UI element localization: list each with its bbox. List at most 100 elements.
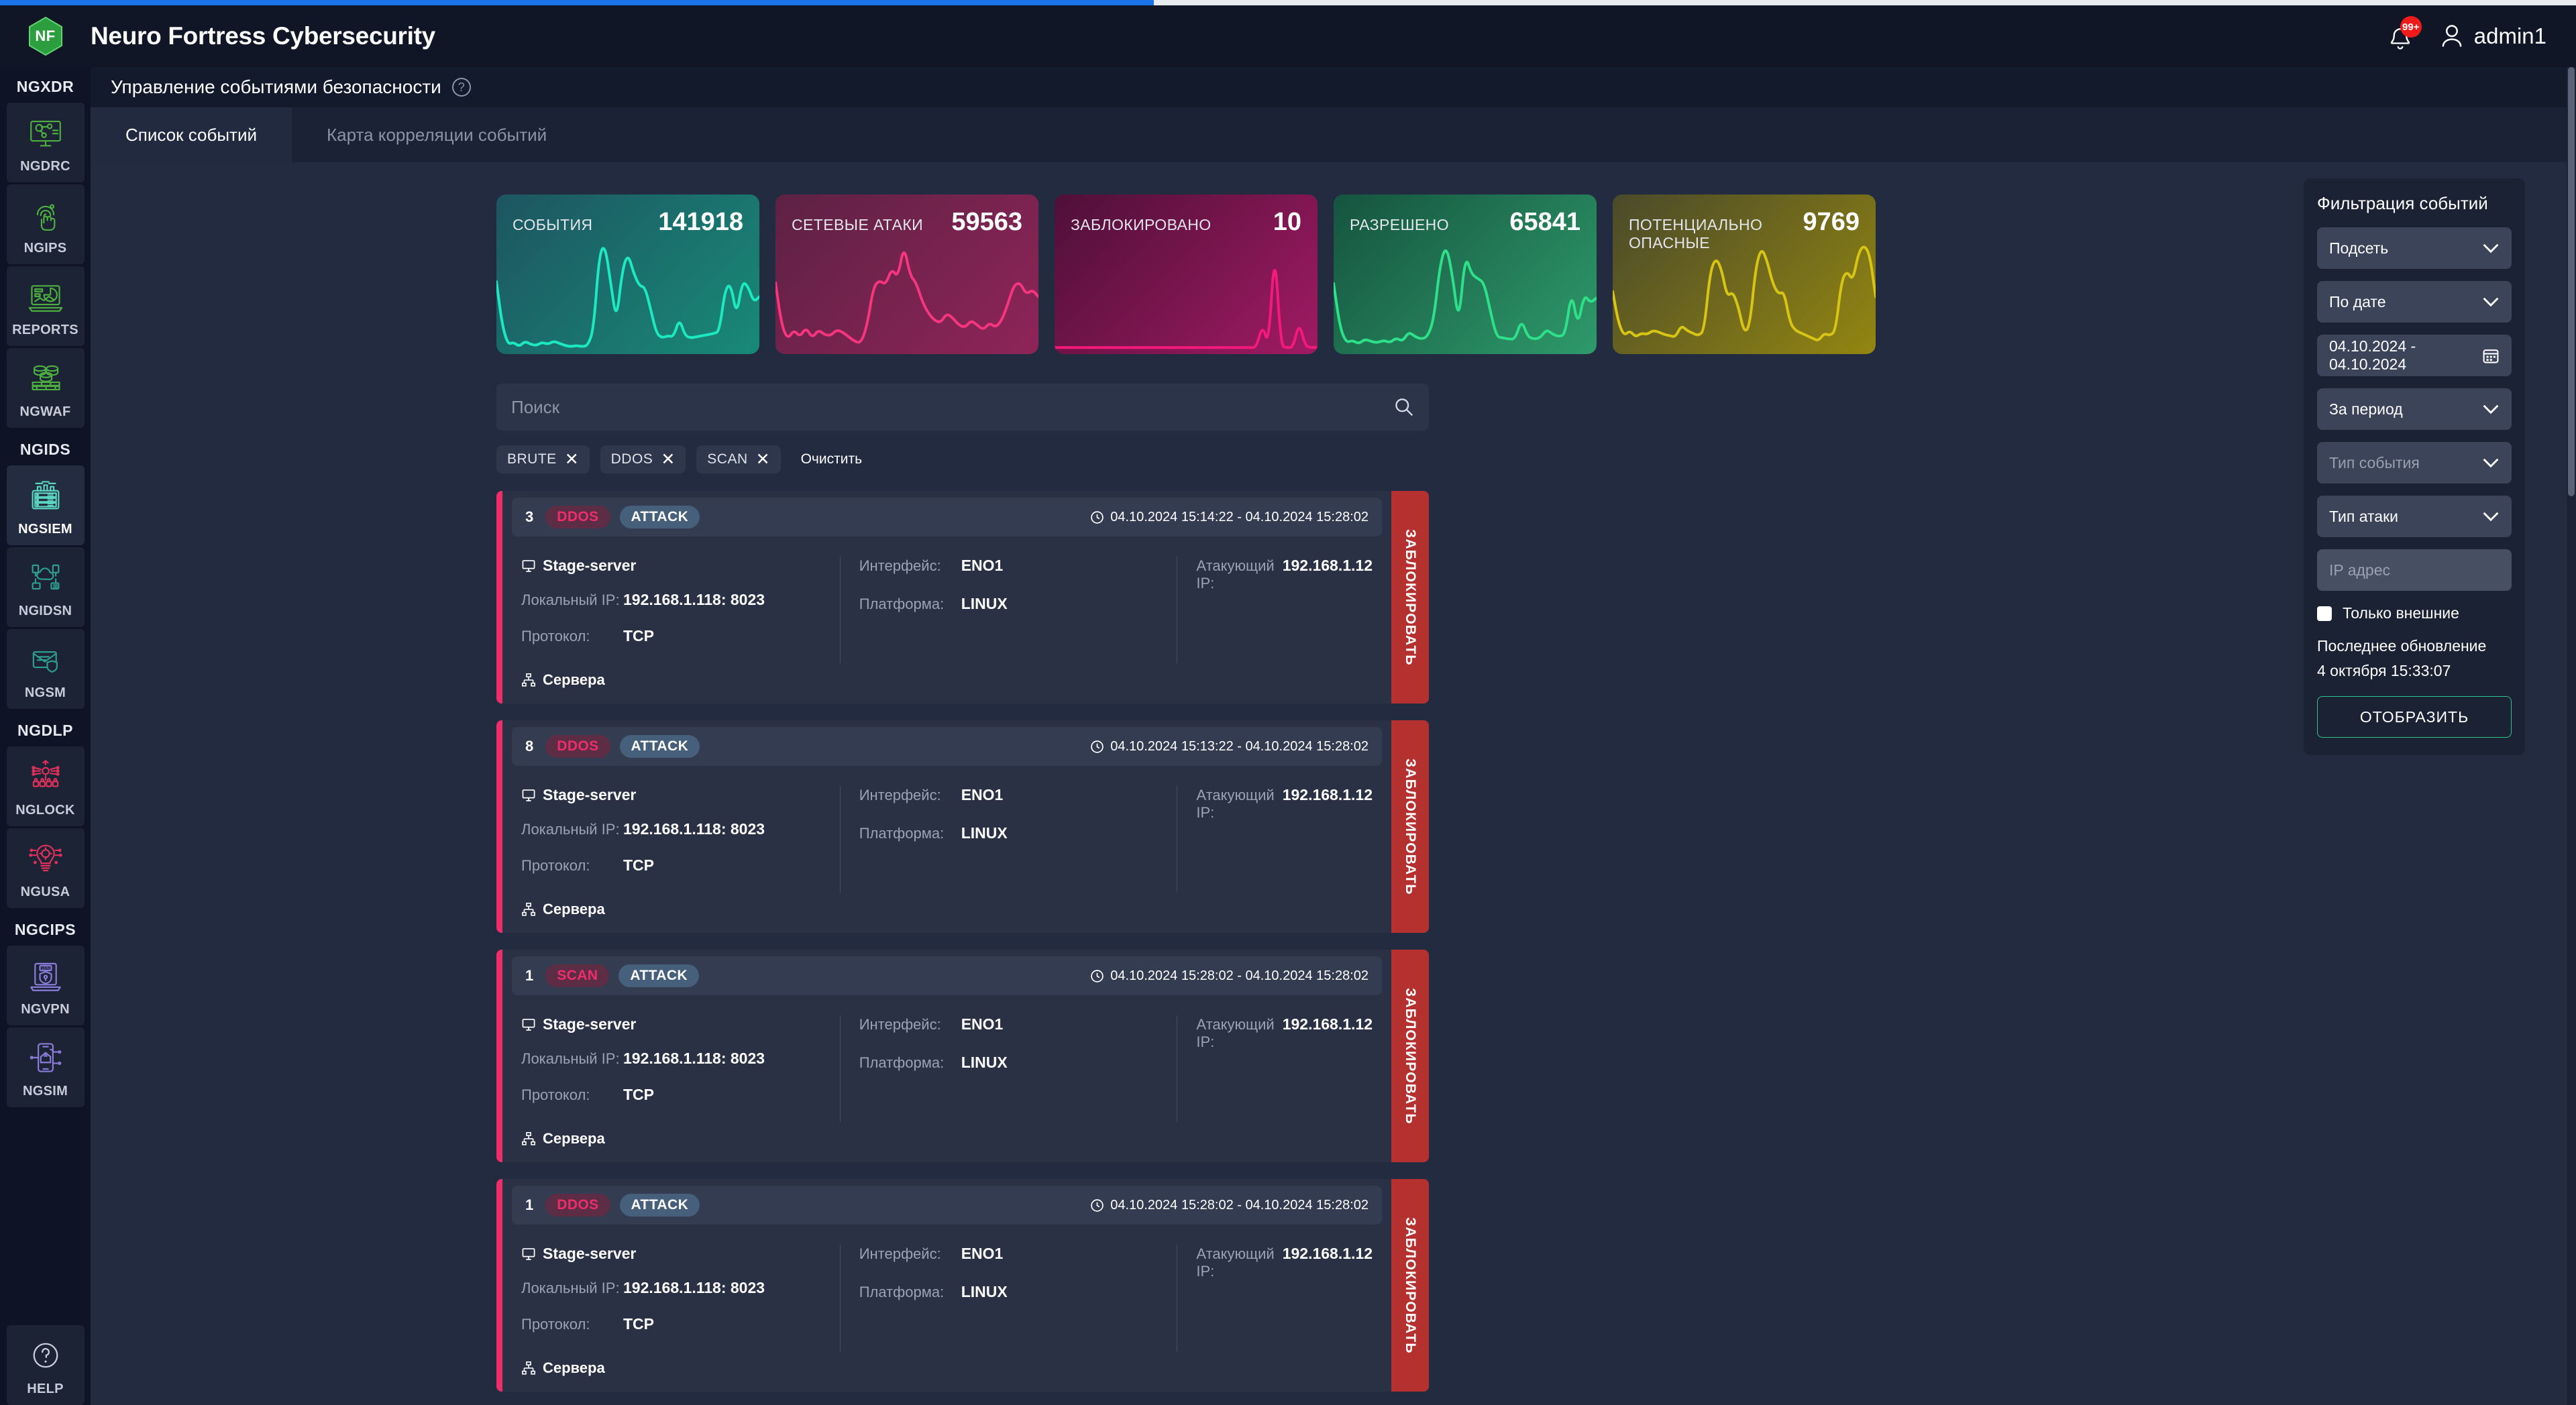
chip-remove-icon[interactable]: ✕	[565, 451, 579, 468]
filter-subnet-select[interactable]: Подсеть	[2317, 227, 2512, 269]
event-block-button[interactable]: ЗАБЛОКИРОВАТЬ	[1391, 491, 1429, 704]
left-sidebar: NGXDR NGDRC NGIPS REPORTS NGWAFNGIDS	[0, 67, 91, 1405]
event-host: Stage-server	[521, 557, 821, 575]
sidebar-item-label: NGIPS	[24, 241, 67, 256]
field-value: LINUX	[961, 1054, 1008, 1072]
event-group-name: Сервера	[543, 1359, 605, 1377]
bulb-gear-icon	[26, 838, 65, 879]
filter-event-type-select[interactable]: Тип события	[2317, 442, 2512, 484]
stat-card-4[interactable]: ПОТЕНЦИАЛЬНО ОПАСНЫЕ 9769	[1613, 194, 1876, 354]
event-category-tag[interactable]: ATTACK	[620, 735, 700, 758]
event-card-header: 1 SCAN ATTACK 04.10.2024 15:28:02 - 04.1…	[512, 956, 1382, 995]
sidebar-item-label: NGLOCK	[15, 803, 74, 818]
clear-filters-link[interactable]: Очистить	[801, 451, 862, 467]
chip-label: BRUTE	[507, 451, 557, 467]
sidebar-item-ngips[interactable]: NGIPS	[7, 184, 85, 264]
app-header: NF Neuro Fortress Cybersecurity 99+ admi…	[0, 5, 2576, 67]
sidebar-item-ngsm[interactable]: NGSM	[7, 629, 85, 709]
last-update-time: 4 октября 15:33:07	[2317, 662, 2512, 680]
sidebar-item-ngsiem[interactable]: NGSIEM	[7, 465, 85, 545]
chip-label: DDOS	[611, 451, 653, 467]
firewall-brick-icon	[26, 357, 65, 399]
event-block-button[interactable]: ЗАБЛОКИРОВАТЬ	[1391, 720, 1429, 933]
event-attack-type-tag[interactable]: DDOS	[545, 1194, 610, 1217]
chip-remove-icon[interactable]: ✕	[661, 451, 675, 468]
event-block-button[interactable]: ЗАБЛОКИРОВАТЬ	[1391, 950, 1429, 1162]
tab-1[interactable]: Карта корреляции событий	[292, 107, 582, 162]
event-attack-type-tag[interactable]: SCAN	[545, 964, 609, 987]
event-attack-type-tag[interactable]: DDOS	[545, 735, 610, 758]
sidebar-item-ngidsn[interactable]: NGIDSN	[7, 547, 85, 627]
app-logo[interactable]: NF	[0, 15, 91, 57]
event-local-ip: Локальный IP: 192.168.1.118: 8023	[521, 591, 821, 609]
event-block-label: ЗАБЛОКИРОВАТЬ	[1402, 1217, 1418, 1354]
event-block-button[interactable]: ЗАБЛОКИРОВАТЬ	[1391, 1179, 1429, 1392]
chevron-down-icon	[2482, 404, 2500, 414]
filter-chip-scan[interactable]: SCAN ✕	[696, 445, 780, 473]
event-category-tag[interactable]: ATTACK	[619, 964, 699, 987]
report-chart-icon	[26, 276, 65, 317]
chip-remove-icon[interactable]: ✕	[756, 451, 770, 468]
only-external-checkbox[interactable]	[2317, 606, 2332, 621]
field-label: Интерфейс:	[859, 1016, 961, 1033]
chip-label: SCAN	[707, 451, 747, 467]
filter-date-range[interactable]: 04.10.2024 - 04.10.2024	[2317, 335, 2512, 376]
event-severity-bar	[496, 720, 502, 933]
event-card[interactable]: 8 DDOS ATTACK 04.10.2024 15:13:22 - 04.1…	[496, 720, 1429, 933]
sidebar-item-ngvpn[interactable]: VPN NGVPN	[7, 946, 85, 1025]
stat-card-3[interactable]: РАЗРЕШЕНО 65841	[1334, 194, 1597, 354]
search-input[interactable]	[496, 384, 1429, 431]
event-attack-type-tag[interactable]: DDOS	[545, 506, 610, 528]
page-scrollbar[interactable]	[2567, 67, 2576, 1405]
field-label: Протокол:	[521, 1086, 623, 1104]
search-icon[interactable]	[1394, 397, 1414, 420]
stat-card-0[interactable]: СОБЫТИЯ 141918	[496, 194, 759, 354]
stat-card-1[interactable]: СЕТЕВЫЕ АТАКИ 59563	[775, 194, 1038, 354]
event-category-tag[interactable]: ATTACK	[620, 1194, 700, 1217]
filter-chip-brute[interactable]: BRUTE ✕	[496, 445, 590, 473]
sidebar-item-label: REPORTS	[12, 323, 78, 338]
event-host-name: Stage-server	[543, 1015, 636, 1033]
event-col-interface: Интерфейс: ENO1 Платформа: LINUX	[840, 557, 1177, 663]
event-severity-bar	[496, 1179, 502, 1392]
sidebar-item-ngdrc[interactable]: NGDRC	[7, 103, 85, 182]
sidebar-item-ngsim[interactable]: NGSIM	[7, 1027, 85, 1107]
user-menu[interactable]: admin1	[2440, 23, 2546, 49]
stat-card-2[interactable]: ЗАБЛОКИРОВАНО 10	[1055, 194, 1318, 354]
notifications-button[interactable]: 99+	[2383, 17, 2418, 55]
event-card[interactable]: 1 SCAN ATTACK 04.10.2024 15:28:02 - 04.1…	[496, 950, 1429, 1162]
user-avatar-icon	[2440, 23, 2463, 49]
hexagon-logo-icon: NF	[25, 15, 66, 57]
sidebar-item-nglock[interactable]: NGLOCK	[7, 746, 85, 826]
page-title: Управление событиями безопасности	[111, 76, 441, 98]
question-circle-icon	[30, 1335, 61, 1376]
filter-chip-ddos[interactable]: DDOS ✕	[600, 445, 686, 473]
ip-address-input[interactable]	[2329, 561, 2500, 579]
filter-bydate-select[interactable]: По дате	[2317, 281, 2512, 323]
event-card[interactable]: 3 DDOS ATTACK 04.10.2024 15:14:22 - 04.1…	[496, 491, 1429, 704]
scrollbar-thumb[interactable]	[2568, 67, 2575, 496]
event-host: Stage-server	[521, 1245, 821, 1263]
sidebar-item-reports[interactable]: REPORTS	[7, 266, 85, 346]
tab-0[interactable]: Список событий	[91, 107, 292, 162]
event-col-interface: Интерфейс: ENO1 Платформа: LINUX	[840, 1245, 1177, 1351]
sidebar-item-ngusa[interactable]: NGUSA	[7, 828, 85, 908]
field-value: TCP	[623, 627, 654, 645]
event-col-interface: Интерфейс: ENO1 Платформа: LINUX	[840, 786, 1177, 893]
filter-attack-type-select[interactable]: Тип атаки	[2317, 496, 2512, 537]
sidebar-item-ngwaf[interactable]: NGWAF	[7, 348, 85, 428]
apply-filters-button[interactable]: ОТОБРАЗИТЬ	[2317, 696, 2512, 738]
clock-icon	[1090, 969, 1104, 983]
event-interface: Интерфейс: ENO1	[859, 557, 1159, 575]
sidebar-item-help[interactable]: HELP	[7, 1325, 85, 1405]
event-category-tag[interactable]: ATTACK	[620, 506, 700, 528]
sidebar-group-label: NGXDR	[0, 67, 91, 103]
event-card[interactable]: 1 DDOS ATTACK 04.10.2024 15:28:02 - 04.1…	[496, 1179, 1429, 1392]
event-group: Сервера	[502, 893, 1391, 918]
field-label: Платформа:	[859, 1284, 961, 1301]
filter-period-select[interactable]: За период	[2317, 388, 2512, 430]
field-label: Интерфейс:	[859, 787, 961, 804]
event-local-ip: Локальный IP: 192.168.1.118: 8023	[521, 820, 821, 838]
page-help-icon[interactable]: ?	[452, 78, 471, 97]
sitemap-icon	[521, 1131, 536, 1146]
